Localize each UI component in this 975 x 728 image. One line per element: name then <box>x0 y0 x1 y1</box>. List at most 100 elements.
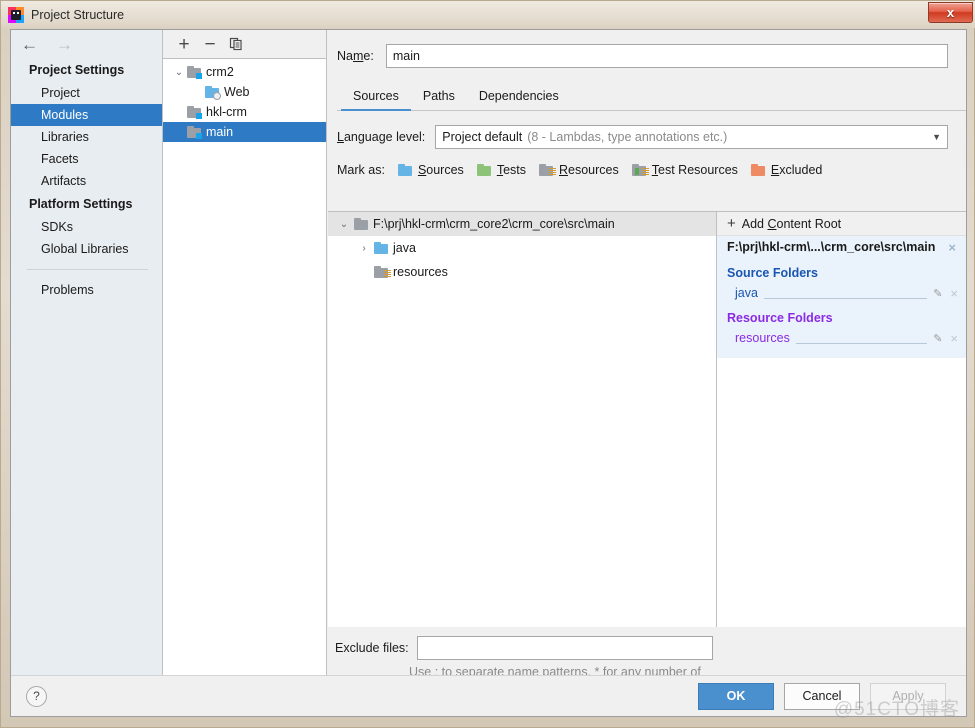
module-tree-row-hkl-crm[interactable]: hkl-crm <box>163 102 326 122</box>
mark-as-test-resources-button[interactable]: Test Resources <box>631 163 738 177</box>
language-level-detail: (8 - Lambdas, type annotations etc.) <box>527 130 728 144</box>
mark-as-excluded-label: Excluded <box>770 163 823 177</box>
dialog-window: Project Structure x ← → Project Settings… <box>0 0 975 728</box>
mark-as-excluded-button[interactable]: Excluded <box>750 163 822 177</box>
sidebar-item-problems[interactable]: Problems <box>11 279 162 301</box>
content-root-tree-row-resources[interactable]: resources <box>328 260 716 284</box>
module-tree-row-main[interactable]: main <box>163 122 326 142</box>
mark-as-resources-label: Resources <box>559 163 619 177</box>
row-filler <box>763 287 928 299</box>
language-level-select[interactable]: Project default (8 - Lambdas, type annot… <box>435 125 948 149</box>
cancel-button[interactable]: Cancel <box>784 682 860 710</box>
content-root-tree-row-java[interactable]: › java <box>328 236 716 260</box>
mark-as-tests-label: Tests <box>496 163 526 177</box>
module-name-input[interactable] <box>385 44 948 68</box>
chevron-down-icon[interactable]: ▼ <box>932 132 941 142</box>
modules-toolbar: + − <box>163 30 326 58</box>
mark-as-sources-button[interactable]: Sources <box>397 163 464 177</box>
content-root-path-label: F:\prj\hkl-crm\crm_core2\crm_core\src\ma… <box>373 217 615 231</box>
module-tree-row-web[interactable]: Web <box>163 82 326 102</box>
resources-folder-icon <box>539 164 556 176</box>
module-folder-icon <box>187 66 202 79</box>
module-label: crm2 <box>206 65 234 79</box>
copy-module-icon[interactable] <box>225 33 247 55</box>
resource-folder-label: resources <box>393 265 448 279</box>
tab-paths[interactable]: Paths <box>411 84 467 111</box>
exclude-files-label: Exclude files: <box>335 641 409 655</box>
content-root-tree-row-main[interactable]: ⌄ F:\prj\hkl-crm\crm_core2\crm_core\src\… <box>328 212 716 236</box>
resource-folder-row[interactable]: resources ✎ × <box>717 328 966 348</box>
remove-source-folder-icon[interactable]: × <box>950 286 958 301</box>
mark-as-resources-button[interactable]: Resources <box>538 163 619 177</box>
edit-source-folder-icon[interactable]: ✎ <box>933 287 942 300</box>
excluded-folder-icon <box>750 164 765 176</box>
remove-module-button[interactable]: − <box>199 33 221 55</box>
sidebar-item-global-libraries[interactable]: Global Libraries <box>11 238 162 260</box>
plus-icon: + <box>727 215 736 232</box>
tab-dependencies[interactable]: Dependencies <box>467 84 571 111</box>
mark-as-label: Mark as: <box>337 163 385 177</box>
source-folder-label: java <box>393 241 416 255</box>
dialog-client-area: ← → Project Settings Project Modules Lib… <box>10 29 967 717</box>
tab-sources[interactable]: Sources <box>341 84 411 111</box>
expand-twisty-icon[interactable]: › <box>354 243 374 254</box>
close-icon: x <box>946 5 955 20</box>
name-row: Name: <box>327 30 966 68</box>
dialog-footer: ? OK Cancel Apply <box>11 675 966 716</box>
module-tree-row-crm2[interactable]: ⌄ crm2 <box>163 62 326 82</box>
module-label: main <box>206 125 234 139</box>
modules-column: + − ⌄ crm2 Web hkl-crm main <box>163 30 327 677</box>
mark-as-test-resources-label: Test Resources <box>651 163 738 177</box>
detail-tabs: Sources Paths Dependencies <box>337 84 966 111</box>
module-label: hkl-crm <box>206 105 247 119</box>
exclude-files-input[interactable] <box>416 636 713 660</box>
add-content-root-button[interactable]: + Add Content Root <box>717 212 966 236</box>
mark-as-row: Mark as: Sources Tests Resources Test Re… <box>327 149 966 187</box>
settings-sidebar: ← → Project Settings Project Modules Lib… <box>11 30 163 677</box>
module-folder-icon <box>187 106 202 119</box>
content-root-side-panel: + Add Content Root F:\prj\hkl-crm\...\cr… <box>717 212 966 627</box>
window-title: Project Structure <box>31 7 125 22</box>
exclude-files-area: Exclude files: Use ; to separate name pa… <box>328 627 966 695</box>
source-folder-name: java <box>735 286 758 300</box>
language-level-row: Language level: Project default (8 - Lam… <box>327 111 966 149</box>
sidebar-item-facets[interactable]: Facets <box>11 148 162 170</box>
language-level-label: Language level: <box>337 130 426 144</box>
module-label: Web <box>224 85 250 99</box>
mark-as-tests-button[interactable]: Tests <box>476 163 526 177</box>
modules-tree[interactable]: ⌄ crm2 Web hkl-crm main <box>163 58 326 677</box>
apply-button[interactable]: Apply <box>870 682 946 710</box>
back-arrow-icon[interactable]: ← <box>21 36 38 53</box>
content-root-entry: F:\prj\hkl-crm\...\crm_core\src\main × S… <box>717 236 966 358</box>
sidebar-item-project[interactable]: Project <box>11 82 162 104</box>
source-folders-title: Source Folders <box>727 266 818 280</box>
forward-arrow-icon[interactable]: → <box>56 36 73 53</box>
ok-button[interactable]: OK <box>698 682 774 710</box>
content-root-entry-title: F:\prj\hkl-crm\...\crm_core\src\main × <box>717 236 966 258</box>
source-folder-row[interactable]: java ✎ × <box>717 283 966 303</box>
sidebar-group-platform-settings: Platform Settings <box>29 197 133 211</box>
remove-resource-folder-icon[interactable]: × <box>950 331 958 346</box>
sidebar-item-sdks[interactable]: SDKs <box>11 216 162 238</box>
add-module-button[interactable]: + <box>173 33 195 55</box>
resource-folder-icon <box>374 266 391 278</box>
resource-folder-name: resources <box>735 331 790 345</box>
edit-resource-folder-icon[interactable]: ✎ <box>933 332 942 345</box>
sidebar-item-artifacts[interactable]: Artifacts <box>11 170 162 192</box>
expand-twisty-icon[interactable]: ⌄ <box>171 67 187 78</box>
sidebar-item-modules[interactable]: Modules <box>11 104 162 126</box>
gray-folder-icon <box>354 218 368 230</box>
row-filler <box>795 332 928 344</box>
language-level-value: Project default <box>442 130 523 144</box>
tests-folder-icon <box>476 164 491 176</box>
content-root-tree[interactable]: ⌄ F:\prj\hkl-crm\crm_core2\crm_core\src\… <box>328 212 717 627</box>
sidebar-item-libraries[interactable]: Libraries <box>11 126 162 148</box>
help-button[interactable]: ? <box>26 685 47 707</box>
collapse-twisty-icon[interactable]: ⌄ <box>334 219 354 230</box>
source-folder-icon <box>374 242 388 254</box>
mark-as-sources-label: Sources <box>417 163 464 177</box>
exclude-files-row: Exclude files: <box>328 627 966 660</box>
add-content-root-label: Add Content Root <box>741 216 842 231</box>
close-window-button[interactable]: x <box>928 2 973 23</box>
remove-content-root-icon[interactable]: × <box>948 240 956 255</box>
